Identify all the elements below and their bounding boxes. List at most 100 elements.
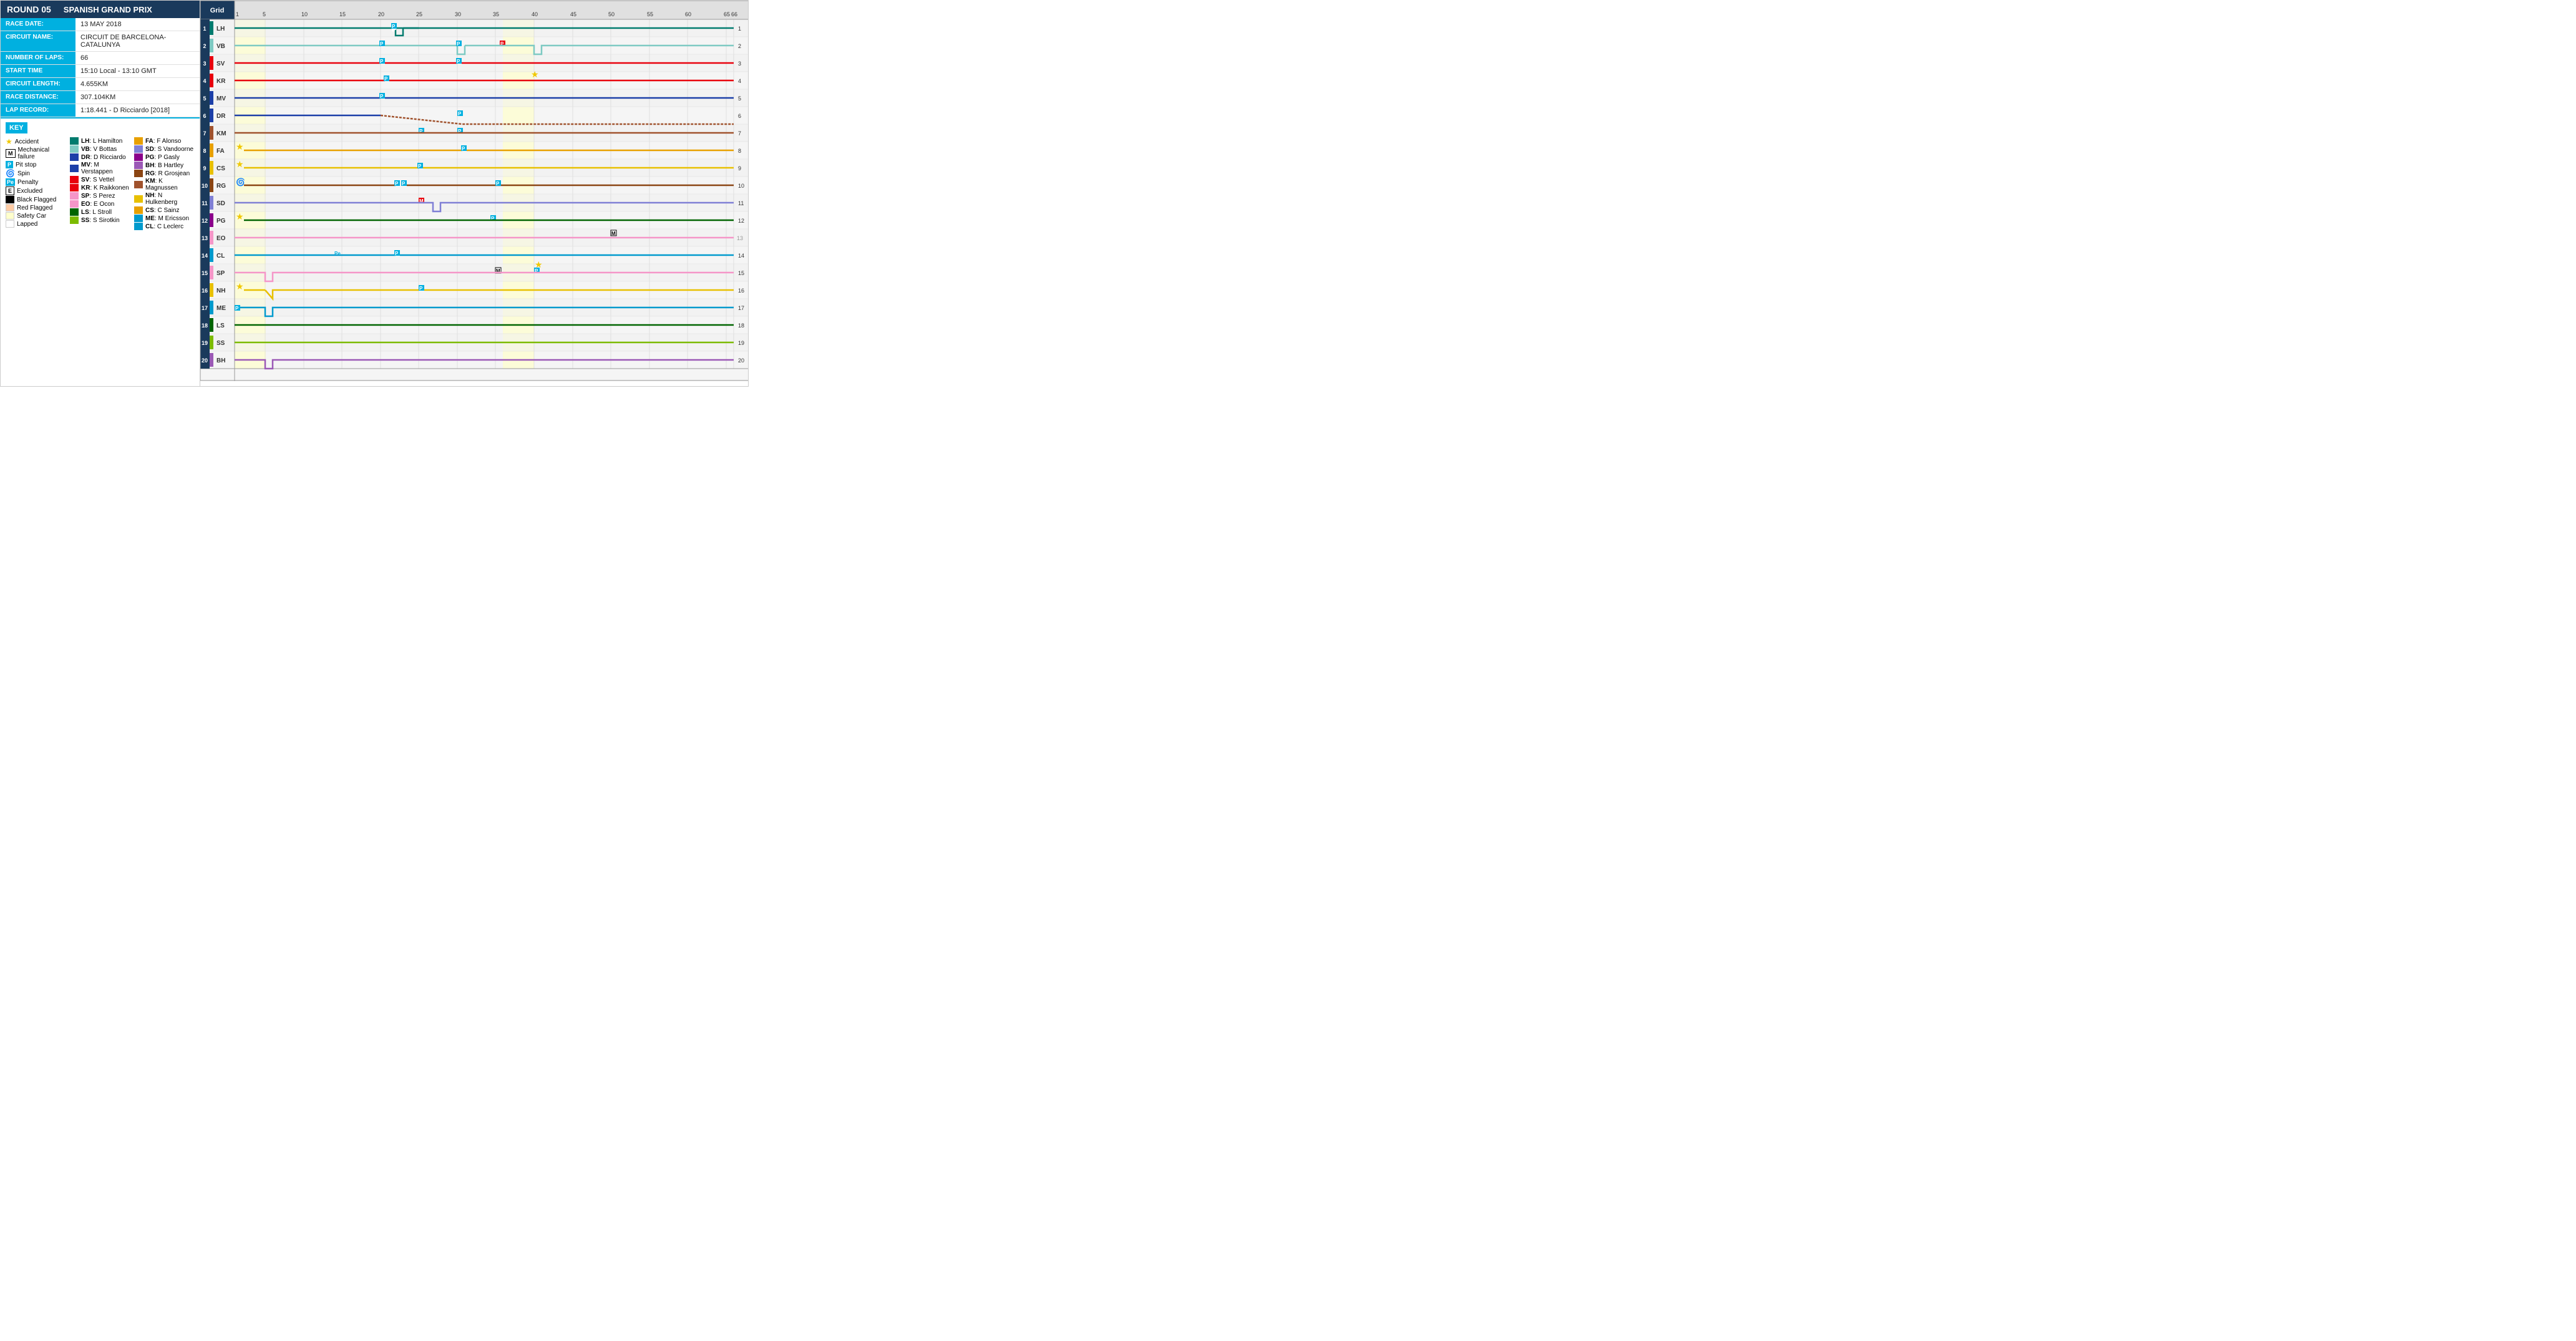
svg-text:8: 8	[203, 148, 206, 154]
key-accident: ★ Accident	[6, 137, 66, 146]
svg-text:19: 19	[202, 340, 208, 346]
svg-text:P: P	[395, 251, 399, 256]
svg-text:P: P	[380, 41, 384, 47]
info-row: CIRCUIT LENGTH:4.655KM	[1, 78, 200, 91]
svg-text:P: P	[384, 76, 388, 82]
svg-text:P: P	[235, 306, 239, 311]
svg-text:3: 3	[203, 61, 206, 67]
info-row: NUMBER OF LAPS:66	[1, 52, 200, 65]
svg-text:12: 12	[202, 218, 208, 224]
key-driver-item: SP: S Perez	[70, 192, 130, 200]
info-row: RACE DISTANCE:307.104KM	[1, 91, 200, 104]
svg-text:50: 50	[608, 11, 615, 17]
blackflag-icon	[6, 196, 14, 203]
round-header: ROUND 05 SPANISH GRAND PRIX	[1, 1, 200, 18]
svg-text:SP: SP	[216, 270, 225, 277]
svg-text:7: 7	[203, 130, 206, 137]
driver-color-KR	[70, 184, 79, 191]
key-driver-item: CL: C Leclerc	[134, 223, 195, 230]
svg-text:30: 30	[455, 11, 461, 17]
svg-text:14: 14	[738, 253, 744, 259]
svg-text:8: 8	[738, 148, 741, 154]
driver-color-EO	[70, 200, 79, 208]
redflag-icon	[6, 204, 14, 211]
svg-text:15: 15	[339, 11, 346, 17]
svg-text:55: 55	[647, 11, 653, 17]
svg-text:P: P	[496, 181, 500, 186]
svg-text:P: P	[457, 59, 460, 64]
accident-label: Accident	[15, 138, 39, 145]
key-driver-item: LH: L Hamilton	[70, 137, 130, 145]
redflag-label: Red Flagged	[17, 205, 52, 211]
svg-text:P: P	[458, 111, 462, 117]
key-safetycar: Safety Car	[6, 212, 66, 220]
svg-text:11: 11	[202, 200, 208, 206]
svg-text:P: P	[462, 146, 465, 152]
svg-text:10: 10	[738, 183, 744, 189]
svg-text:FA: FA	[216, 148, 225, 155]
svg-text:EO: EO	[216, 235, 226, 242]
svg-text:P: P	[392, 24, 396, 29]
excluded-label: Excluded	[17, 188, 42, 195]
svg-text:KM: KM	[216, 130, 226, 137]
info-value: 13 MAY 2018	[75, 18, 200, 31]
key-driver-item: KM: K Magnussen	[134, 178, 195, 191]
driver-color-PG	[134, 153, 143, 161]
svg-text:17: 17	[202, 305, 208, 311]
driver-color-DR	[70, 153, 79, 161]
svg-text:4: 4	[738, 78, 741, 84]
key-header: KEY	[6, 122, 27, 133]
svg-text:★: ★	[236, 281, 244, 291]
key-redflag: Red Flagged	[6, 204, 66, 211]
key-driver-item: EO: E Ocon	[70, 200, 130, 208]
excluded-icon: E	[6, 186, 14, 195]
svg-text:17: 17	[738, 305, 744, 311]
safetycar-icon	[6, 212, 14, 220]
svg-text:20: 20	[738, 357, 744, 364]
svg-text:4: 4	[203, 78, 206, 84]
driver-color-RG	[134, 170, 143, 177]
svg-text:P: P	[380, 59, 384, 64]
svg-text:45: 45	[570, 11, 576, 17]
svg-text:ME: ME	[216, 305, 226, 312]
svg-text:RG: RG	[216, 183, 226, 190]
svg-text:16: 16	[202, 288, 208, 294]
right-panel: Grid	[200, 0, 749, 387]
svg-text:10: 10	[301, 11, 308, 17]
svg-text:3: 3	[738, 61, 741, 67]
svg-text:5: 5	[203, 95, 206, 102]
accident-icon: ★	[6, 137, 12, 146]
svg-text:P: P	[402, 181, 406, 186]
driver-color-LS	[70, 208, 79, 216]
key-driver-item: SV: S Vettel	[70, 176, 130, 183]
svg-text:★: ★	[535, 259, 543, 269]
key-driver-item: SS: S Sirotkin	[70, 216, 130, 224]
driver-color-FA	[134, 137, 143, 145]
info-value: CIRCUIT DE BARCELONA-CATALUNYA	[75, 31, 200, 52]
svg-text:CS: CS	[216, 165, 225, 172]
svg-text:9: 9	[738, 165, 741, 172]
svg-text:LH: LH	[216, 26, 225, 32]
key-driver-item: SD: S Vandoorne	[134, 145, 195, 153]
spin-label: Spin	[17, 170, 30, 177]
svg-text:★: ★	[236, 142, 244, 152]
key-blackflag: Black Flagged	[6, 196, 66, 203]
race-chart: Grid	[200, 1, 748, 381]
svg-text:DR: DR	[216, 113, 226, 120]
driver-color-LH	[70, 137, 79, 145]
info-row: RACE DATE:13 MAY 2018	[1, 18, 200, 31]
svg-text:NH: NH	[216, 288, 225, 294]
svg-text:SS: SS	[216, 340, 225, 347]
penalty-icon: Pe	[6, 178, 15, 186]
svg-text:15: 15	[738, 270, 744, 276]
svg-text:16: 16	[738, 288, 744, 294]
svg-text:SD: SD	[216, 200, 225, 207]
key-driver-item: DR: D Ricciardo	[70, 153, 130, 161]
info-label: CIRCUIT NAME:	[1, 31, 75, 52]
chart-container[interactable]: Grid	[200, 1, 748, 386]
pitstop-label: Pit stop	[16, 162, 36, 168]
svg-text:LS: LS	[216, 322, 225, 329]
round-badge: ROUND 05	[7, 4, 51, 14]
svg-text:★: ★	[531, 69, 539, 79]
svg-text:6: 6	[738, 113, 741, 119]
